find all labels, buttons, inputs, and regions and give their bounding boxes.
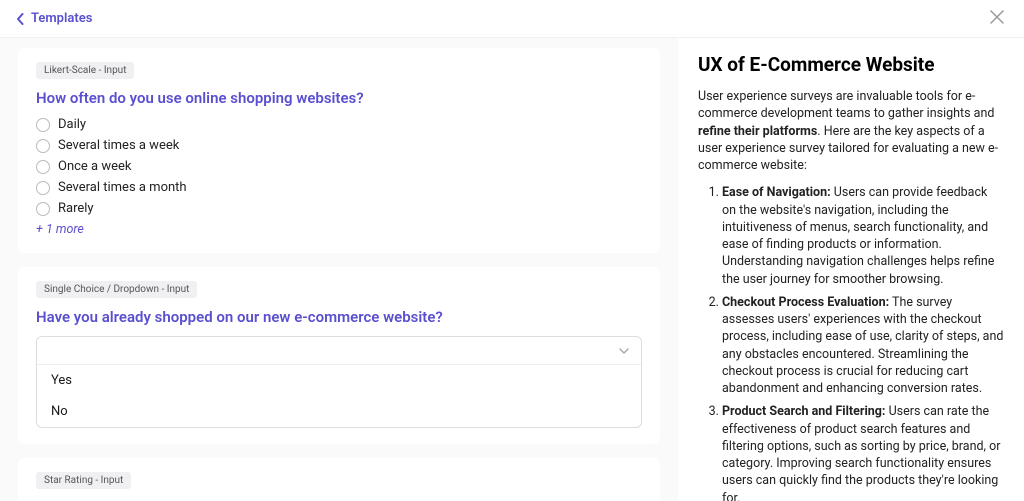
type-chip: Single Choice / Dropdown - Input bbox=[36, 281, 197, 298]
dropdown-option[interactable]: Yes bbox=[37, 365, 641, 396]
dropdown-toggle[interactable] bbox=[37, 337, 641, 365]
question-card-dropdown: Single Choice / Dropdown - Input Have yo… bbox=[18, 267, 660, 444]
question-text: How often do you use online shopping web… bbox=[36, 89, 642, 107]
intro-text: User experience surveys are invaluable t… bbox=[698, 89, 994, 121]
option-label: Once a week bbox=[58, 159, 132, 174]
feature-list: Ease of Navigation: Users can provide fe… bbox=[698, 184, 1004, 501]
dropdown-option[interactable]: No bbox=[37, 396, 641, 427]
template-intro: User experience surveys are invaluable t… bbox=[698, 88, 1004, 174]
survey-preview-pane: Likert-Scale - Input How often do you us… bbox=[0, 38, 678, 501]
question-card-likert: Likert-Scale - Input How often do you us… bbox=[18, 48, 660, 253]
close-icon bbox=[990, 10, 1004, 24]
radio-icon bbox=[36, 118, 50, 132]
option-label: Daily bbox=[58, 117, 86, 132]
option-label: Several times a week bbox=[58, 138, 179, 153]
question-card-star: Star Rating - Input How would you rate t… bbox=[18, 458, 660, 501]
radio-icon bbox=[36, 139, 50, 153]
option-label: Rarely bbox=[58, 201, 94, 216]
feature-item: Checkout Process Evaluation: The survey … bbox=[722, 294, 1004, 398]
back-to-templates[interactable]: Templates bbox=[16, 11, 92, 26]
radio-icon bbox=[36, 202, 50, 216]
template-description-panel: UX of E-Commerce Website User experience… bbox=[678, 38, 1024, 501]
radio-option[interactable]: Once a week bbox=[36, 159, 642, 174]
back-label: Templates bbox=[31, 11, 92, 26]
chevron-left-icon bbox=[16, 13, 25, 25]
intro-bold: refine their platforms bbox=[698, 124, 817, 139]
option-label: Several times a month bbox=[58, 180, 187, 195]
radio-icon bbox=[36, 181, 50, 195]
radio-option[interactable]: Daily bbox=[36, 117, 642, 132]
close-button[interactable] bbox=[986, 6, 1008, 32]
radio-option[interactable]: Several times a month bbox=[36, 180, 642, 195]
radio-option[interactable]: Rarely bbox=[36, 201, 642, 216]
chevron-down-icon bbox=[619, 346, 629, 356]
radio-icon bbox=[36, 160, 50, 174]
type-chip: Star Rating - Input bbox=[36, 472, 131, 489]
dropdown-container: Yes No bbox=[36, 336, 642, 428]
question-text: Have you already shopped on our new e-co… bbox=[36, 308, 642, 326]
more-options-link[interactable]: + 1 more bbox=[36, 222, 642, 237]
header-bar: Templates bbox=[0, 0, 1024, 38]
feature-item: Product Search and Filtering: Users can … bbox=[722, 403, 1004, 501]
feature-item: Ease of Navigation: Users can provide fe… bbox=[722, 184, 1004, 288]
radio-option[interactable]: Several times a week bbox=[36, 138, 642, 153]
template-title: UX of E-Commerce Website bbox=[698, 52, 1004, 78]
type-chip: Likert-Scale - Input bbox=[36, 62, 134, 79]
